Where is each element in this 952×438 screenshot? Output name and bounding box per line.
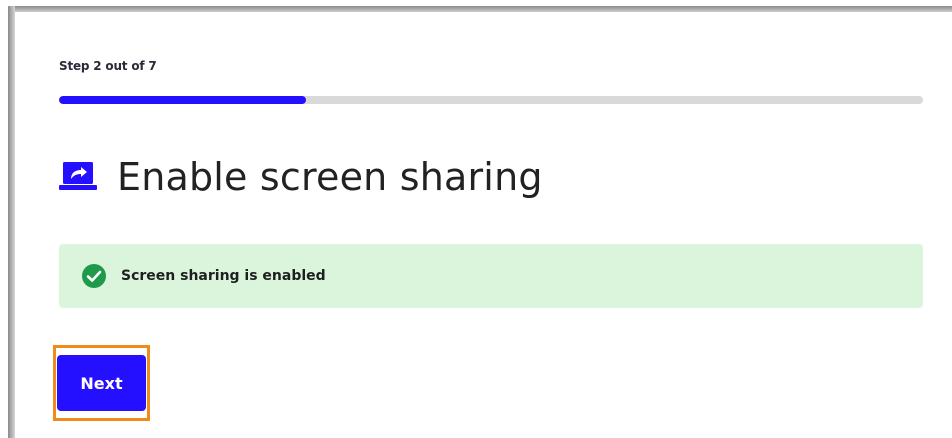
step-indicator-label: Step 2 out of 7 <box>59 59 157 73</box>
wizard-card: Step 2 out of 7 Enable screen sharing Sc… <box>15 12 952 438</box>
progress-bar <box>59 96 923 104</box>
check-circle-icon <box>81 263 107 289</box>
screen-share-icon <box>59 158 97 196</box>
page-title: Enable screen sharing <box>117 155 543 199</box>
next-button[interactable]: Next <box>57 355 146 411</box>
progress-bar-fill <box>59 96 306 104</box>
screen: Step 2 out of 7 Enable screen sharing Sc… <box>0 0 952 438</box>
title-row: Enable screen sharing <box>59 152 543 202</box>
next-button-highlight: Next <box>53 345 150 421</box>
status-banner: Screen sharing is enabled <box>59 244 923 308</box>
window-frame-left <box>8 6 15 438</box>
status-message: Screen sharing is enabled <box>121 268 326 284</box>
